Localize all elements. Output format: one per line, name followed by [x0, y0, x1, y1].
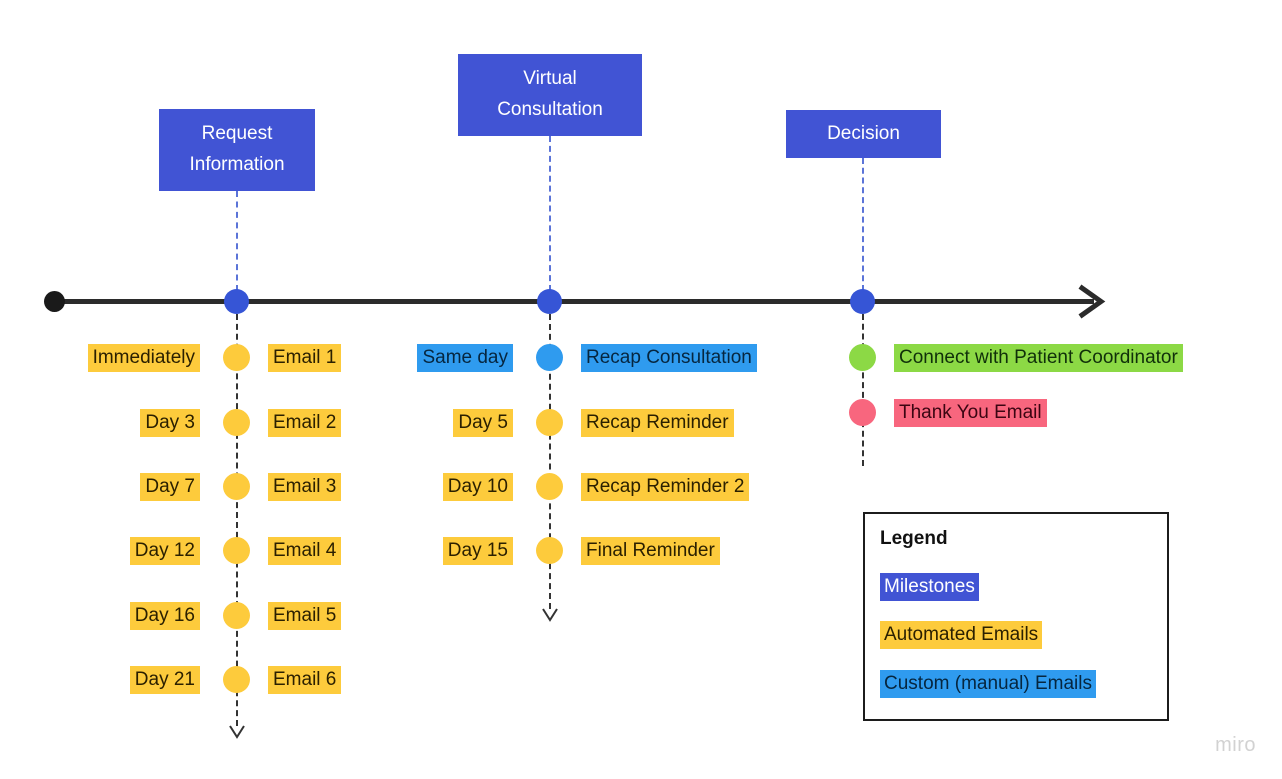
row-timing: Day 7 — [140, 473, 200, 501]
track-spine-decision — [862, 314, 864, 466]
row-dot — [536, 537, 563, 564]
milestone-connector-request-information — [236, 191, 238, 291]
legend-item-milestones: Milestones — [880, 573, 979, 601]
legend-box: Legend Milestones Automated Emails Custo… — [863, 512, 1169, 721]
row-action: Connect with Patient Coordinator — [894, 344, 1183, 372]
row-action: Email 2 — [268, 409, 342, 437]
row-dot — [849, 344, 876, 371]
legend-item-automated-emails: Automated Emails — [880, 621, 1043, 649]
row-dot — [536, 473, 563, 500]
row-timing: Day 15 — [442, 537, 513, 565]
track-arrow-icon-virtual-consultation — [542, 608, 558, 622]
row-dot — [223, 473, 250, 500]
row-timing: Day 12 — [129, 537, 200, 565]
row-dot — [849, 399, 876, 426]
track-spine-request-information — [236, 314, 238, 726]
row-timing: Day 5 — [453, 409, 513, 437]
row-timing: Day 3 — [140, 409, 200, 437]
milestone-dot-virtual-consultation — [537, 289, 562, 314]
milestone-box-request-information[interactable]: Request Information — [159, 109, 315, 191]
timeline-axis-line — [54, 299, 1094, 304]
row-dot — [223, 409, 250, 436]
row-action: Email 1 — [268, 344, 342, 372]
row-timing: Day 10 — [442, 473, 513, 501]
row-action: Email 4 — [268, 537, 342, 565]
row-dot — [536, 409, 563, 436]
milestone-label: Virtual Consultation — [497, 68, 603, 120]
milestone-dot-request-information — [224, 289, 249, 314]
milestone-box-virtual-consultation[interactable]: Virtual Consultation — [458, 54, 642, 136]
row-action: Email 3 — [268, 473, 342, 501]
milestone-label: Decision — [827, 122, 900, 144]
timeline-start-dot — [44, 291, 65, 312]
row-action: Recap Reminder 2 — [581, 473, 750, 501]
row-timing: Same day — [417, 344, 513, 372]
row-action: Thank You Email — [894, 399, 1047, 427]
legend-item-custom-emails: Custom (manual) Emails — [880, 670, 1096, 698]
row-timing: Day 21 — [129, 666, 200, 694]
miro-watermark: miro — [1215, 734, 1256, 756]
row-action: Recap Reminder — [581, 409, 734, 437]
row-timing: Day 16 — [129, 602, 200, 630]
row-dot — [223, 537, 250, 564]
milestone-connector-virtual-consultation — [549, 136, 551, 291]
row-dot — [223, 666, 250, 693]
milestone-label: Request Information — [189, 123, 285, 175]
milestone-connector-decision — [862, 158, 864, 291]
milestone-dot-decision — [850, 289, 875, 314]
legend-title: Legend — [880, 528, 948, 549]
timeline-diagram-canvas: Request Information Virtual Consultation… — [0, 0, 1282, 779]
milestone-box-decision[interactable]: Decision — [786, 110, 941, 158]
row-action: Final Reminder — [581, 537, 720, 565]
row-dot — [223, 344, 250, 371]
row-action: Email 5 — [268, 602, 342, 630]
row-action: Email 6 — [268, 666, 342, 694]
row-timing: Immediately — [87, 344, 200, 372]
row-dot — [536, 344, 563, 371]
row-action: Recap Consultation — [581, 344, 757, 372]
row-dot — [223, 602, 250, 629]
timeline-arrow-icon — [1078, 284, 1106, 319]
track-arrow-icon-request-information — [229, 725, 245, 739]
